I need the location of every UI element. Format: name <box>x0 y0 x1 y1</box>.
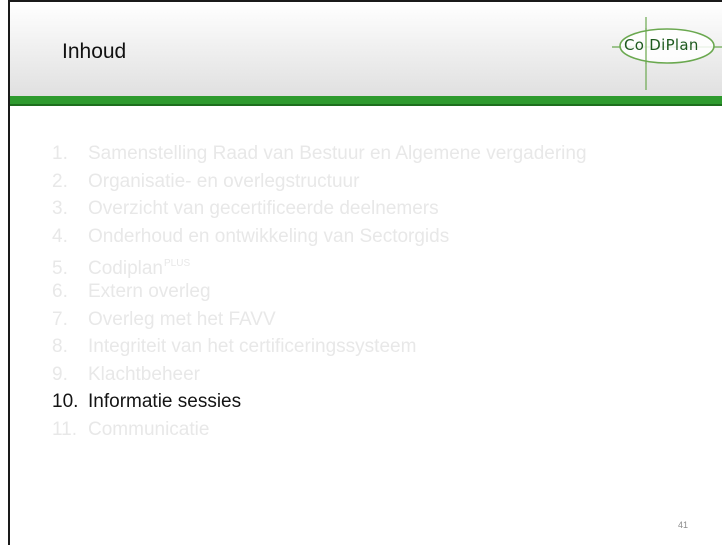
toc-item-label: Samenstelling Raad van Bestuur en Algeme… <box>88 143 587 164</box>
toc-item-number: 8. <box>52 336 68 358</box>
toc-item: 5. CodiplanPLUS <box>52 250 587 280</box>
toc-item-number: 1. <box>52 143 68 164</box>
codiplan-logo-icon: Co DiPlan <box>612 14 722 94</box>
toc-item-number: 6. <box>52 280 68 302</box>
toc-item-number: 2. <box>52 170 68 192</box>
toc-item-label: Communicatie <box>88 418 210 440</box>
toc-item-label: Overzicht van gecertificeerde deelnemers <box>88 198 439 220</box>
toc-item-number: 9. <box>52 363 68 385</box>
toc-item-label: Extern overleg <box>88 280 211 302</box>
toc-item: 4. Onderhoud en ontwikkeling van Sectorgi… <box>52 223 587 251</box>
slide-title: Inhoud <box>62 40 127 63</box>
slide: Inhoud Co DiPlan 1. Samenstelling Raad van… <box>0 0 722 545</box>
logo-text-left: Co <box>624 36 645 54</box>
toc-item-number: 4. <box>52 225 68 247</box>
toc-item: 1. Samenstelling Raad van Bestuur en Alge… <box>52 140 587 168</box>
toc-item: 7. Overleg met het FAVV <box>52 306 587 334</box>
page-number: 41 <box>678 520 689 530</box>
toc-item-superscript: PLUS <box>164 258 191 270</box>
toc-item: 3. Overzicht van gecertificeerde deelneme… <box>52 195 587 223</box>
table-of-contents: 1. Samenstelling Raad van Bestuur en Alge… <box>52 140 587 444</box>
toc-item: 6. Extern overleg <box>52 278 587 306</box>
toc-item-label: Klachtbeheer <box>88 363 200 385</box>
toc-item: 10. Informatie sessies <box>52 388 587 416</box>
logo-graphic <box>612 17 722 90</box>
toc-item-number: 7. <box>52 308 68 330</box>
toc-item-number: 11. <box>52 418 78 440</box>
toc-item: 9. Klachtbeheer <box>52 361 587 389</box>
header-accent-bar <box>10 96 722 106</box>
toc-item: 8. Integriteit van het certificeringssyst… <box>52 333 587 361</box>
toc-item-label: Informatie sessies <box>88 391 242 413</box>
toc-item-number: 10. <box>52 391 79 413</box>
toc-item: 11. Communicatie <box>52 416 587 444</box>
toc-item-label: Codiplan <box>88 258 163 280</box>
toc-item-label: Integriteit van het certificeringssystee… <box>88 336 417 358</box>
logo-text-right: DiPlan <box>649 36 699 54</box>
toc-item-label: Onderhoud en ontwikkeling van Sectorgids <box>88 225 450 247</box>
toc-item: 2. Organisatie- en overlegstructuur <box>52 168 587 196</box>
toc-item-label: Overleg met het FAVV <box>88 308 276 330</box>
toc-item-number: 3. <box>52 198 68 220</box>
logo-text: Co DiPlan <box>624 36 699 54</box>
toc-item-label: Organisatie- en overlegstructuur <box>88 170 360 192</box>
